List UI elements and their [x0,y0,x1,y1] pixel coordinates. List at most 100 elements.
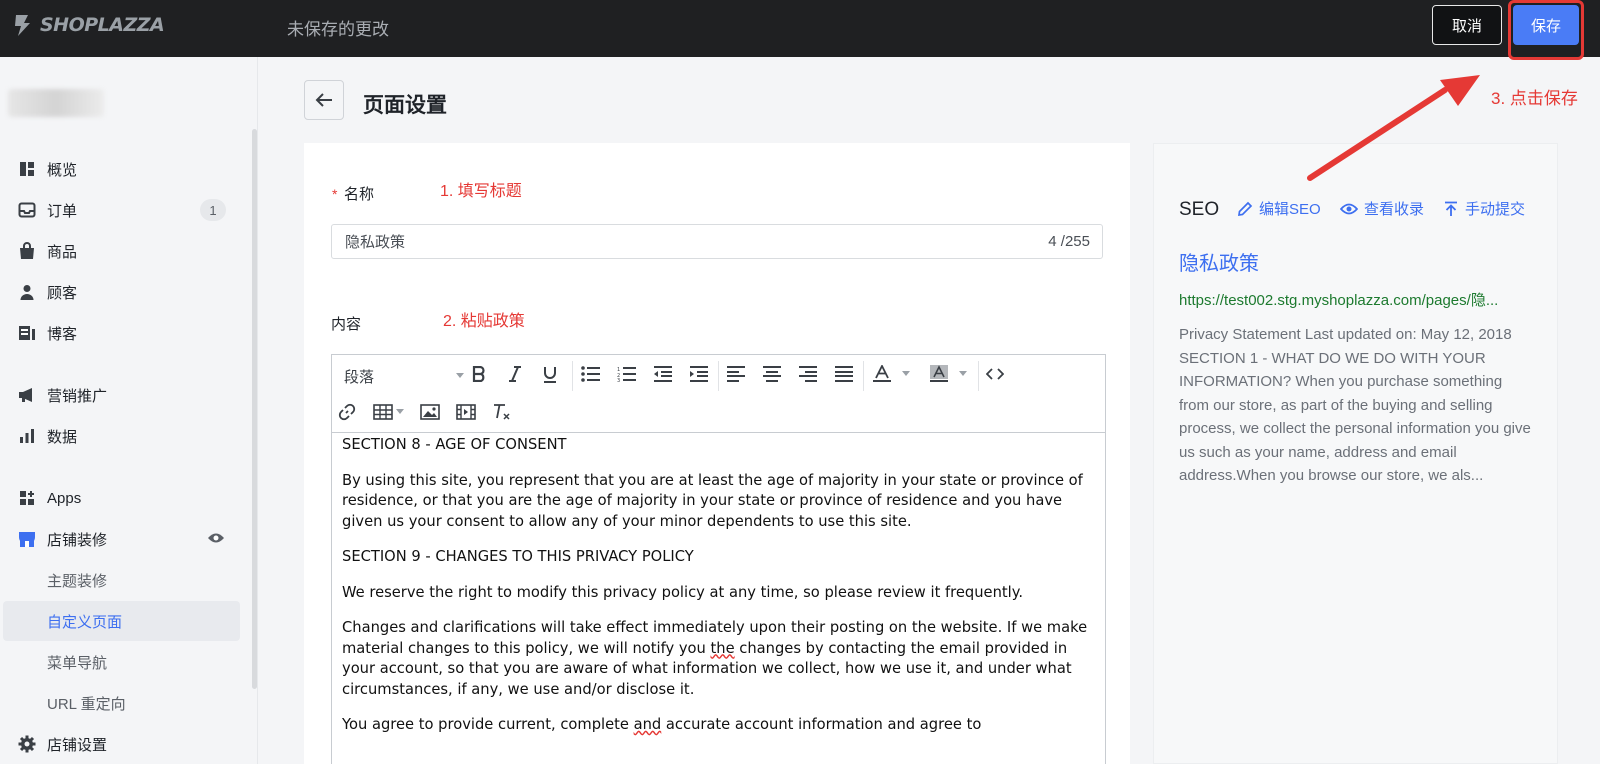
name-input-value: 隐私政策 [345,234,406,251]
section9-heading: SECTION 9 - CHANGES TO THIS PRIVACY POLI… [342,548,694,565]
sidebar-item-navigation[interactable]: 菜单导航 [0,642,240,682]
indent-icon[interactable] [686,361,712,387]
sidebar-item-online-store[interactable]: 店铺装修 [0,519,240,559]
view-indexing-link[interactable]: 查看收录 [1340,198,1424,219]
save-button[interactable]: 保存 [1513,5,1579,45]
sidebar-item-label: 营销推广 [47,387,108,405]
annotation-step1: 1. 填写标题 [440,183,522,200]
inbox-icon [18,201,36,219]
spellcheck-flagged-word: the [710,639,735,657]
background-color-icon[interactable] [926,361,952,387]
brand-name: SHOPLAZZA [40,14,165,36]
sidebar-item-analytics[interactable]: 数据 [0,416,240,456]
sidebar-item-blog[interactable]: 博客 [0,313,240,353]
sidebar-item-products[interactable]: 商品 [0,231,240,271]
annotation-step2: 2. 粘贴政策 [443,313,525,330]
seo-url: https://test002.stg.myshoplazza.com/page… [1179,292,1499,309]
clear-formatting-icon[interactable] [489,399,515,425]
align-left-icon[interactable] [723,361,749,387]
apps-icon [18,489,36,507]
sidebar-item-label: 主题装修 [47,572,108,590]
sidebar-item-themes[interactable]: 主题装修 [0,560,240,600]
sidebar-item-label: 订单 [47,202,78,220]
toolbar-divider [718,361,719,391]
bold-icon[interactable] [466,361,492,387]
shoplazza-logo-icon [15,15,30,36]
section8-heading: SECTION 8 - AGE OF CONSENT [342,436,567,453]
store-icon [18,530,36,548]
sidebar-item-settings[interactable]: 店铺设置 [0,724,240,764]
chevron-down-icon[interactable] [902,371,910,376]
blog-icon [18,324,36,342]
toolbar-divider [978,361,979,391]
seo-page-title[interactable]: 隐私政策 [1179,247,1259,276]
sidebar-item-apps[interactable]: Apps [0,478,240,518]
outdent-icon[interactable] [650,361,676,387]
seo-heading: SEO [1179,199,1220,220]
orders-count-badge: 1 [200,199,226,221]
sidebar-item-url-redirects[interactable]: URL 重定向 [0,683,240,723]
align-right-icon[interactable] [795,361,821,387]
content-label: 内容 [331,316,362,333]
align-center-icon[interactable] [759,361,785,387]
top-bar: SHOPLAZZA 未保存的更改 取消 保存 [0,0,1600,60]
sidebar-item-label: 商品 [47,243,78,261]
underline-icon[interactable] [537,361,563,387]
text-run: You agree to provide current, complete [342,716,634,733]
align-justify-icon[interactable] [831,361,857,387]
toolbar-divider [863,361,864,391]
required-asterisk: * [332,186,338,202]
annotation-step3: 3. 点击保存 [1491,89,1578,108]
sidebar-item-label: 店铺设置 [47,736,108,754]
sidebar-scrollbar[interactable] [252,129,257,689]
back-button[interactable] [304,80,344,120]
sidebar-item-label: URL 重定向 [47,695,126,713]
gear-icon [18,735,36,753]
sidebar-item-customers[interactable]: 顾客 [0,272,240,312]
name-input[interactable]: 隐私政策 4 /255 [331,224,1103,259]
pencil-icon [1237,201,1253,216]
paragraph-format-select[interactable]: 段落 [344,363,464,389]
bar-chart-icon [18,427,36,445]
sidebar-item-custom-pages[interactable]: 自定义页面 [3,601,240,641]
section9-paragraph-1: We reserve the right to modify this priv… [342,583,1024,601]
table-icon[interactable] [370,399,396,425]
sidebar-item-orders[interactable]: 订单 1 [0,190,240,230]
bag-icon [18,242,36,260]
brand-logo: SHOPLAZZA [12,12,165,38]
editor-toolbar: 段落 123 [332,355,1105,433]
text-color-icon[interactable] [869,361,895,387]
editor-content[interactable]: SECTION 8 - AGE OF CONSENT By using this… [342,435,1092,751]
link-icon[interactable] [334,399,360,425]
eye-icon[interactable] [207,531,225,548]
sidebar-item-label: 自定义页面 [47,613,123,631]
manual-submit-link[interactable]: 手动提交 [1443,198,1525,219]
seo-description: Privacy Statement Last updated on: May 1… [1179,326,1531,484]
name-label: 名称 [344,186,375,203]
sidebar-item-label: 店铺装修 [47,531,108,549]
chevron-down-icon [456,373,464,378]
arrow-left-icon [315,93,332,107]
rich-text-editor[interactable]: 段落 123 SECTION 8 - AGE OF CONSENT By usi… [331,354,1106,764]
source-code-icon[interactable] [982,361,1008,387]
cancel-button[interactable]: 取消 [1432,5,1502,45]
edit-seo-label: 编辑SEO [1259,201,1321,218]
edit-seo-link[interactable]: 编辑SEO [1237,198,1321,219]
sidebar-item-overview[interactable]: 概览 [0,149,240,189]
svg-text:3: 3 [617,378,620,382]
bullet-list-icon[interactable] [578,361,604,387]
chevron-down-icon[interactable] [959,371,967,376]
spellcheck-flagged-word: and [633,716,662,733]
video-icon[interactable] [453,399,479,425]
numbered-list-icon[interactable]: 123 [614,361,640,387]
italic-icon[interactable] [502,361,528,387]
image-icon[interactable] [417,399,443,425]
page-title: 页面设置 [363,94,447,117]
chevron-down-icon[interactable] [396,409,404,414]
sidebar-item-label: 顾客 [47,284,78,302]
toolbar-divider [572,361,573,391]
view-indexing-label: 查看收录 [1364,201,1425,218]
text-run: accurate account information and agree t… [661,716,982,733]
sidebar-item-marketing[interactable]: 营销推广 [0,375,240,415]
section9-paragraph-3: You agree to provide current, complete a… [342,715,1092,736]
